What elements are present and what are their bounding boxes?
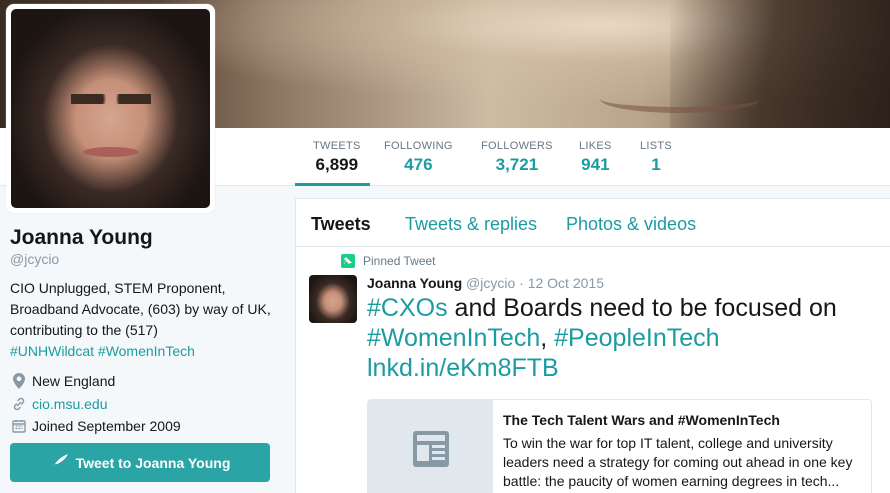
card-description: To win the war for top IT talent, colleg… <box>503 435 853 489</box>
tab-tweets[interactable]: Tweets <box>311 214 371 235</box>
timeline: Tweets Tweets & replies Photos & videos … <box>295 198 890 493</box>
profile-bio: CIO Unplugged, STEM Proponent, Broadband… <box>10 278 272 362</box>
tweet-avatar[interactable] <box>309 275 357 323</box>
bio-text: CIO Unplugged, STEM Proponent, Broadband… <box>10 280 271 338</box>
stat-followers[interactable]: FOLLOWERS 3,721 <box>481 140 553 175</box>
tweet-header: Joanna Young @jcycio · 12 Oct 2015 <box>367 275 604 291</box>
tweet-author[interactable]: Joanna Young <box>367 275 462 291</box>
website-link[interactable]: cio.msu.edu <box>32 396 107 412</box>
stat-lists[interactable]: LISTS 1 <box>640 140 672 175</box>
calendar-icon <box>10 417 28 435</box>
card-title: The Tech Talent Wars and #WomenInTech <box>503 412 780 428</box>
stat-value: 6,899 <box>315 155 359 174</box>
location-row: New England <box>10 370 272 393</box>
stat-value: 941 <box>581 155 610 174</box>
tweet-text-comma: , <box>540 324 555 352</box>
pinned-tweet-label: Pinned Tweet <box>341 254 436 268</box>
hashtag-womenintech[interactable]: #WomenInTech <box>367 324 540 352</box>
tab-tweets-replies[interactable]: Tweets & replies <box>405 214 537 235</box>
active-stat-underline <box>295 183 370 186</box>
profile-meta: New England cio.msu.edu Joined September… <box>10 370 272 438</box>
article-icon <box>411 429 451 474</box>
tweet-to-label: Tweet to Joanna Young <box>75 454 231 471</box>
location-text: New England <box>32 373 116 390</box>
tweet-text-mid: and Boards need to be focused on <box>447 294 837 322</box>
tab-photos-videos[interactable]: Photos & videos <box>566 214 696 235</box>
tweet-date[interactable]: · 12 Oct 2015 <box>519 275 604 291</box>
stat-value: 476 <box>404 155 433 174</box>
stat-likes[interactable]: LIKES 941 <box>579 140 612 175</box>
stat-label: FOLLOWERS <box>481 140 553 152</box>
card-thumbnail <box>368 400 493 493</box>
bio-hashtags[interactable]: #UNHWildcat #WomenInTech <box>10 343 195 359</box>
profile-handle[interactable]: @jcycio <box>10 251 272 267</box>
profile-card: Joanna Young @jcycio CIO Unplugged, STEM… <box>10 226 272 438</box>
website-row: cio.msu.edu <box>10 393 272 416</box>
profile-avatar[interactable] <box>6 4 215 213</box>
stat-tweets[interactable]: TWEETS 6,899 <box>313 140 361 175</box>
stat-value: 1 <box>651 155 661 174</box>
tweet-to-button[interactable]: Tweet to Joanna Young <box>10 443 270 482</box>
joined-row: Joined September 2009 <box>10 415 272 438</box>
link-preview-card[interactable]: The Tech Talent Wars and #WomenInTech To… <box>367 399 872 493</box>
hashtag-peopleintech[interactable]: #PeopleInTech <box>554 324 719 352</box>
stat-label: TWEETS <box>313 140 361 152</box>
stat-label: FOLLOWING <box>384 140 453 152</box>
stat-label: LISTS <box>640 140 673 152</box>
pin-icon <box>341 254 355 268</box>
stat-following[interactable]: FOLLOWING 476 <box>384 140 453 175</box>
profile-name[interactable]: Joanna Young <box>10 226 272 250</box>
joined-text: Joined September 2009 <box>32 418 181 435</box>
tweet-link[interactable]: lnkd.in/eKm8FTB <box>367 354 559 382</box>
pinned-text: Pinned Tweet <box>363 254 436 268</box>
timeline-tabs: Tweets Tweets & replies Photos & videos <box>296 199 890 247</box>
location-pin-icon <box>10 372 28 390</box>
tweet-handle[interactable]: @jcycio <box>466 275 515 291</box>
stat-label: LIKES <box>579 140 612 152</box>
link-icon <box>10 395 28 413</box>
quill-icon <box>50 453 70 472</box>
stat-value: 3,721 <box>495 155 539 174</box>
hashtag-cxos[interactable]: #CXOs <box>367 294 448 322</box>
tweet-text: #CXOs and Boards need to be focused on #… <box>367 293 877 383</box>
